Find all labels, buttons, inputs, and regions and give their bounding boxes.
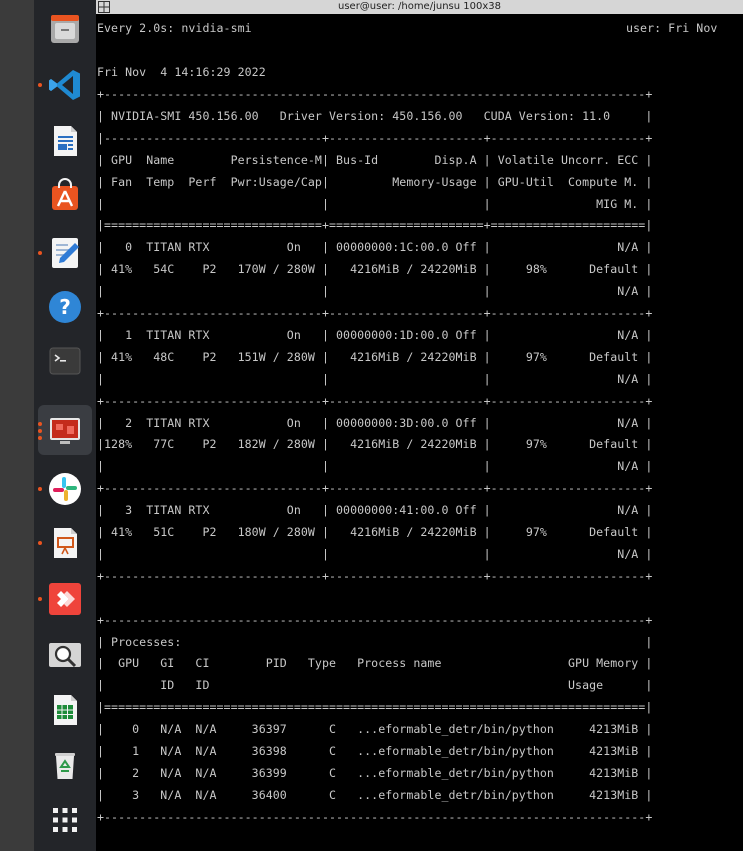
terminal-line: | ID ID Usage | xyxy=(97,678,653,693)
dock: ? xyxy=(34,0,96,851)
terminal-icon xyxy=(49,347,81,375)
terminal-line: |-------------------------------+-------… xyxy=(97,130,653,145)
slack-icon xyxy=(49,473,81,505)
terminal-line: | 41% 48C P2 151W / 280W | 4216MiB / 242… xyxy=(97,349,653,364)
terminal-line: | 1 N/A N/A 36398 C ...eformable_detr/bi… xyxy=(97,744,653,758)
dock-item-anydesk[interactable] xyxy=(38,574,92,624)
terminal-line: | 3 N/A N/A 36400 C ...eformable_detr/bi… xyxy=(97,787,653,802)
terminal-line: | Processes: | xyxy=(97,634,653,649)
anydesk-icon xyxy=(49,583,81,615)
terminal-line: | 1 TITAN RTX On | 00000000:1D:00.0 Off … xyxy=(97,327,653,342)
presentation-icon xyxy=(54,528,77,558)
terminal-line: | Fan Temp Perf Pwr:Usage/Cap| Memory-Us… xyxy=(97,174,653,189)
help-icon: ? xyxy=(49,291,81,323)
terminal-line: |128% 77C P2 182W / 280W | 4216MiB / 242… xyxy=(97,437,653,452)
timestamp: Fri Nov 4 14:16:29 2022 xyxy=(97,65,266,79)
dock-item-impress[interactable] xyxy=(38,518,92,568)
remote-desktop-icon xyxy=(50,418,80,444)
dock-item-search-viewer[interactable] xyxy=(38,630,92,680)
terminal-line: |=======================================… xyxy=(97,700,653,715)
desktop-edge xyxy=(0,0,34,851)
dock-item-slack[interactable] xyxy=(38,464,92,514)
terminal-line: | | | N/A | xyxy=(97,284,653,299)
text-editor-icon xyxy=(52,238,79,268)
terminal-output[interactable]: Every 2.0s: nvidia-smi user: Fri Nov Fri… xyxy=(96,14,743,851)
dock-item-files[interactable] xyxy=(38,4,92,54)
terminal-line: | | | N/A | xyxy=(97,546,653,561)
running-indicator xyxy=(38,597,42,601)
dock-item-software[interactable] xyxy=(38,170,92,220)
terminal-line: +---------------------------------------… xyxy=(97,612,653,627)
terminal-line: | 2 N/A N/A 36399 C ...eformable_detr/bi… xyxy=(97,765,653,780)
magnifier-icon xyxy=(49,643,81,668)
svg-text:?: ? xyxy=(59,295,71,319)
shopping-bag-icon xyxy=(52,178,78,210)
window-title: user@user: /home/junsu 100x38 xyxy=(338,1,501,12)
terminal-line: | | | MIG M. | xyxy=(97,196,653,211)
terminal-line: | 41% 54C P2 170W / 280W | 4216MiB / 242… xyxy=(97,262,653,277)
terminal-line: +-------------------------------+-------… xyxy=(97,306,653,320)
dock-item-trash[interactable] xyxy=(38,740,92,790)
dock-item-writer[interactable] xyxy=(38,116,92,166)
terminal-line: +-------------------------------+-------… xyxy=(97,568,653,583)
terminal-line: | 3 TITAN RTX On | 00000000:41:00.0 Off … xyxy=(97,503,653,518)
running-indicator xyxy=(38,541,42,545)
running-indicator xyxy=(38,422,42,440)
terminal-line: | 41% 51C P2 180W / 280W | 4216MiB / 242… xyxy=(97,525,653,539)
watch-header-right: user: Fri Nov xyxy=(626,21,718,35)
file-cabinet-icon xyxy=(51,15,79,43)
dock-item-text-editor[interactable] xyxy=(38,228,92,278)
terminal-line: +-------------------------------+-------… xyxy=(97,393,653,408)
terminal-line: | GPU GI CI PID Type Process name GPU Me… xyxy=(97,656,653,671)
dock-item-help[interactable]: ? xyxy=(38,282,92,332)
terminal-line: | 2 TITAN RTX On | 00000000:3D:00.0 Off … xyxy=(97,415,653,430)
app-grid-icon xyxy=(53,808,77,832)
running-indicator xyxy=(38,251,42,255)
terminal-line: +-------------------------------+-------… xyxy=(97,481,653,496)
terminal-line: +---------------------------------------… xyxy=(97,809,653,824)
running-indicator xyxy=(38,487,42,491)
vscode-icon xyxy=(49,70,80,100)
terminal-line: |===============================+=======… xyxy=(97,218,653,233)
terminal-titlebar[interactable]: user@user: /home/junsu 100x38 xyxy=(96,0,743,14)
dock-item-vscode[interactable] xyxy=(38,60,92,110)
terminal-line: +---------------------------------------… xyxy=(97,87,653,101)
terminal-line: | NVIDIA-SMI 450.156.00 Driver Version: … xyxy=(97,108,653,123)
watch-header: Every 2.0s: nvidia-smi xyxy=(97,21,252,35)
running-indicator xyxy=(38,83,42,87)
dock-item-remote-desktop[interactable] xyxy=(38,405,92,455)
terminal-line: | | | N/A | xyxy=(97,459,653,474)
dock-item-calc[interactable] xyxy=(38,685,92,735)
terminal-line: | GPU Name Persistence-M| Bus-Id Disp.A … xyxy=(97,152,653,167)
spreadsheet-icon xyxy=(54,695,77,725)
terminal-line: | 0 N/A N/A 36397 C ...eformable_detr/bi… xyxy=(97,722,653,737)
dock-item-terminal[interactable] xyxy=(38,336,92,386)
trash-icon xyxy=(55,753,75,779)
terminal-line: | | | N/A | xyxy=(97,371,653,386)
document-icon xyxy=(54,126,77,156)
dock-item-show-apps[interactable] xyxy=(38,795,92,845)
terminal-line: | 0 TITAN RTX On | 00000000:1C:00.0 Off … xyxy=(97,240,653,255)
